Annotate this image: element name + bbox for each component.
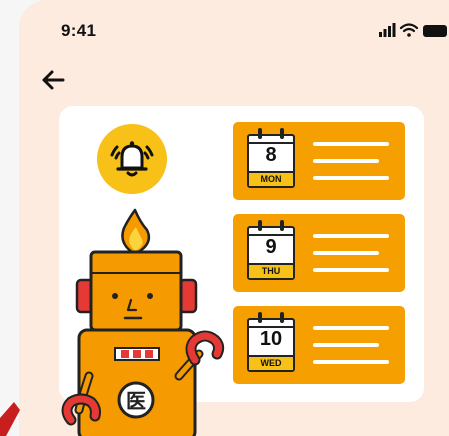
badge-glyph: 医 <box>126 389 146 413</box>
app-screen: 9:41 8 MON 9 THU 10 WED 医 <box>19 0 449 436</box>
flame-icon <box>121 208 151 256</box>
corner-accent <box>0 402 20 436</box>
robot-illustration: 医 <box>61 208 225 436</box>
